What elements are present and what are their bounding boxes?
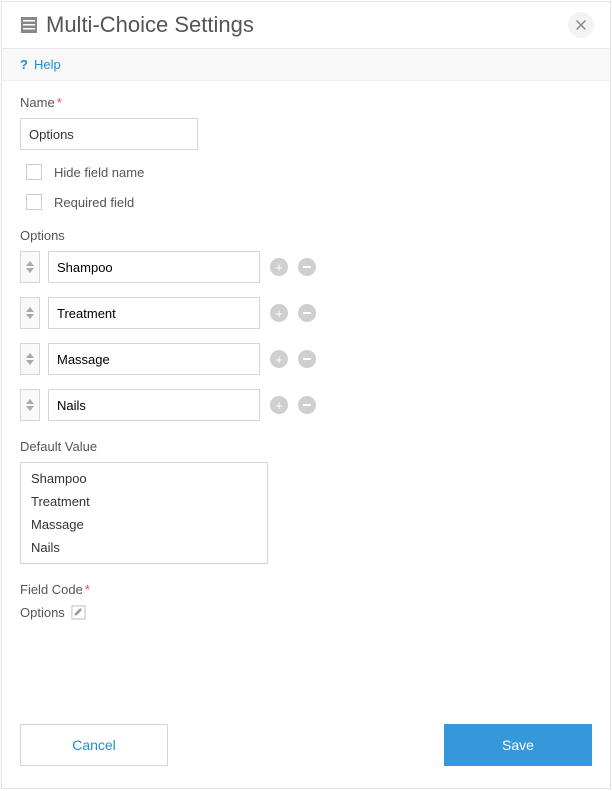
option-row: +: [20, 389, 592, 421]
add-option-button[interactable]: +: [270, 396, 288, 414]
remove-option-button[interactable]: [298, 350, 316, 368]
required-field-checkbox[interactable]: [26, 194, 42, 210]
name-input[interactable]: [20, 118, 198, 150]
field-code-row: Options: [20, 605, 592, 620]
hide-field-name-label: Hide field name: [54, 165, 144, 180]
close-button[interactable]: [568, 12, 594, 38]
option-row: +: [20, 251, 592, 283]
options-label: Options: [20, 228, 592, 243]
required-field-row: Required field: [26, 194, 592, 210]
remove-option-button[interactable]: [298, 258, 316, 276]
remove-option-button[interactable]: [298, 304, 316, 322]
remove-option-button[interactable]: [298, 396, 316, 414]
dialog-footer: Cancel Save: [2, 712, 610, 788]
option-input[interactable]: [48, 297, 260, 329]
name-label: Name*: [20, 95, 592, 110]
edit-field-code-button[interactable]: [71, 605, 86, 620]
default-value-list[interactable]: ShampooTreatmentMassageNails: [20, 462, 268, 564]
save-button[interactable]: Save: [444, 724, 592, 766]
help-bar: ? Help: [2, 49, 610, 81]
default-value-item[interactable]: Shampoo: [21, 467, 267, 490]
multi-choice-settings-dialog: Multi-Choice Settings ? Help Name* Hide …: [1, 1, 611, 789]
option-row: +: [20, 297, 592, 329]
add-option-button[interactable]: +: [270, 258, 288, 276]
default-value-item[interactable]: Massage: [21, 513, 267, 536]
help-label: Help: [34, 57, 61, 72]
option-row: +: [20, 343, 592, 375]
default-value-item[interactable]: Treatment: [21, 490, 267, 513]
multi-choice-icon: [20, 16, 38, 34]
drag-handle[interactable]: [20, 297, 40, 329]
help-icon: ?: [20, 57, 28, 72]
option-input[interactable]: [48, 389, 260, 421]
field-code-section: Field Code* Options: [20, 582, 592, 620]
default-value-item[interactable]: Nails: [21, 536, 267, 559]
hide-field-name-checkbox[interactable]: [26, 164, 42, 180]
options-section: Options + + + +: [20, 228, 592, 421]
option-input[interactable]: [48, 251, 260, 283]
option-input[interactable]: [48, 343, 260, 375]
drag-handle[interactable]: [20, 389, 40, 421]
name-section: Name* Hide field name Required field: [20, 95, 592, 210]
field-code-label: Field Code*: [20, 582, 592, 597]
default-value-label: Default Value: [20, 439, 592, 454]
drag-handle[interactable]: [20, 343, 40, 375]
dialog-content: Name* Hide field name Required field Opt…: [2, 81, 610, 712]
hide-field-name-row: Hide field name: [26, 164, 592, 180]
dialog-header: Multi-Choice Settings: [2, 2, 610, 49]
cancel-button[interactable]: Cancel: [20, 724, 168, 766]
field-code-value: Options: [20, 605, 65, 620]
add-option-button[interactable]: +: [270, 304, 288, 322]
help-link[interactable]: ? Help: [20, 57, 61, 72]
required-field-label: Required field: [54, 195, 134, 210]
default-value-section: Default Value ShampooTreatmentMassageNai…: [20, 439, 592, 564]
dialog-title: Multi-Choice Settings: [46, 12, 568, 38]
drag-handle[interactable]: [20, 251, 40, 283]
add-option-button[interactable]: +: [270, 350, 288, 368]
